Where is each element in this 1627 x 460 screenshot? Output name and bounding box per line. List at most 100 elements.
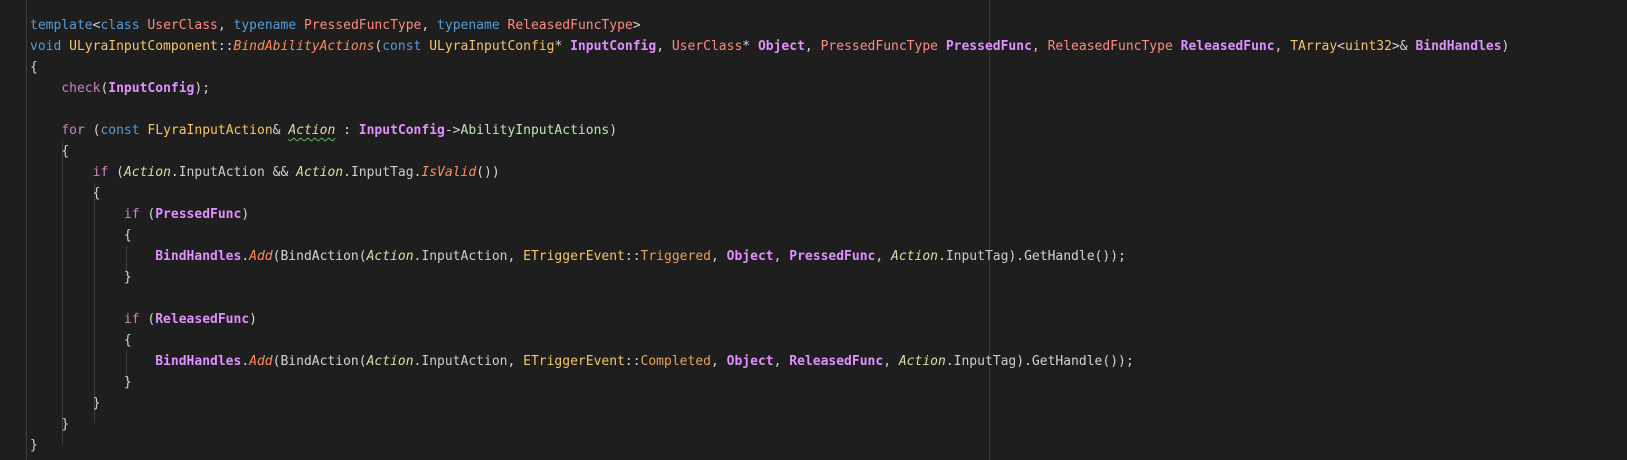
code-token: ). — [1016, 354, 1032, 369]
code-token: ReleasedFuncType — [507, 18, 633, 33]
code-token: . — [937, 249, 946, 264]
code-line[interactable]: } — [30, 372, 1509, 393]
code-token: ( — [84, 123, 101, 138]
code-text-area[interactable]: template < class UserClass, typename Press… — [30, 15, 1509, 456]
code-token: { — [61, 144, 70, 159]
code-token: FLyraInputAction — [147, 123, 273, 138]
code-token: InputAction — [421, 354, 508, 369]
code-line[interactable]: if (Action.InputAction && Action.InputTa… — [30, 162, 1509, 183]
code-line[interactable]: } — [30, 267, 1509, 288]
code-line[interactable]: } — [30, 414, 1509, 435]
code-token: if — [92, 165, 109, 180]
code-token: check — [61, 81, 101, 96]
code-token: ReleasedFuncType — [1047, 39, 1173, 54]
code-token: ); — [194, 81, 211, 96]
code-line[interactable]: { — [30, 330, 1509, 351]
code-token: BindAbilityActions — [233, 39, 375, 54]
code-line[interactable]: } — [30, 393, 1509, 414]
code-token: Action — [366, 249, 414, 264]
code-token: * — [554, 39, 571, 54]
code-token: , — [1031, 39, 1048, 54]
code-token: . — [241, 249, 250, 264]
code-line[interactable]: for (const FLyraInputAction& Action : In… — [30, 120, 1509, 141]
code-token: InputTag — [350, 165, 414, 180]
code-token: typename — [437, 18, 500, 33]
code-token: { — [123, 333, 132, 348]
code-token: AbilityInputActions — [460, 123, 610, 138]
code-token: ETriggerEvent — [523, 354, 625, 369]
code-token: Action — [898, 354, 946, 369]
code-token: ( — [139, 312, 156, 327]
code-token: , — [710, 354, 727, 369]
code-token: } — [123, 375, 132, 390]
code-token: for — [61, 123, 85, 138]
code-token: PressedFunc — [155, 207, 242, 222]
code-line[interactable] — [30, 288, 1509, 309]
code-token: , — [804, 39, 821, 54]
code-editor[interactable]: template < class UserClass, typename Press… — [0, 0, 1627, 460]
code-line[interactable]: } — [30, 435, 1509, 456]
code-token: BindHandles — [155, 354, 242, 369]
code-line[interactable]: { — [30, 141, 1509, 162]
code-token: InputConfig — [358, 123, 445, 138]
code-token: BindAction — [280, 354, 359, 369]
code-token: ()); — [1102, 354, 1134, 369]
code-token: } — [92, 396, 101, 411]
code-token: :: — [217, 39, 234, 54]
code-token: < — [1337, 39, 1345, 54]
code-token: , — [710, 249, 727, 264]
code-token: } — [30, 438, 38, 453]
code-token: ReleasedFunc — [1180, 39, 1275, 54]
code-token: PressedFuncType — [303, 18, 422, 33]
code-line[interactable]: check(InputConfig); — [30, 78, 1509, 99]
code-token: const — [382, 39, 422, 54]
code-line[interactable]: template<class UserClass, typename Press… — [30, 15, 1509, 36]
code-token: BindAction — [280, 249, 359, 264]
code-token: } — [123, 270, 132, 285]
code-line[interactable]: void ULyraInputComponent::BindAbilityAct… — [30, 36, 1509, 57]
code-line[interactable]: BindHandles.Add(BindAction(Action.InputA… — [30, 246, 1509, 267]
code-line[interactable]: if (PressedFunc) — [30, 204, 1509, 225]
code-token: IsValid — [421, 165, 477, 180]
code-token: , — [421, 18, 438, 33]
code-token: InputConfig — [570, 39, 657, 54]
code-token: if — [123, 207, 140, 222]
code-line[interactable]: { — [30, 183, 1509, 204]
code-token: & — [272, 123, 289, 138]
code-token: GetHandle — [1024, 249, 1095, 264]
code-token: ()); — [1094, 249, 1126, 264]
code-token: InputConfig — [108, 81, 195, 96]
code-token: Object — [757, 39, 805, 54]
code-token: typename — [233, 18, 297, 33]
code-line[interactable]: { — [30, 225, 1509, 246]
code-token: , — [773, 354, 790, 369]
code-token: , — [875, 249, 892, 264]
code-token: UserClass — [147, 18, 218, 33]
code-token: Object — [726, 354, 774, 369]
code-token: -> — [444, 123, 461, 138]
code-token: ReleasedFunc — [789, 354, 884, 369]
code-line[interactable] — [30, 99, 1509, 120]
code-token: { — [30, 60, 38, 75]
code-token: PressedFuncType — [820, 39, 938, 54]
code-token: && — [264, 165, 297, 180]
code-token: , — [507, 249, 524, 264]
code-token: . — [170, 165, 179, 180]
code-token: , — [773, 249, 790, 264]
code-token: ) — [249, 312, 257, 327]
code-line[interactable]: if (ReleasedFunc) — [30, 309, 1509, 330]
code-line[interactable]: BindHandles.Add(BindAction(Action.InputA… — [30, 351, 1509, 372]
code-token: Triggered — [640, 249, 711, 264]
code-token: ( — [108, 165, 124, 180]
code-token: , — [883, 354, 899, 369]
code-line[interactable]: { — [30, 57, 1509, 78]
